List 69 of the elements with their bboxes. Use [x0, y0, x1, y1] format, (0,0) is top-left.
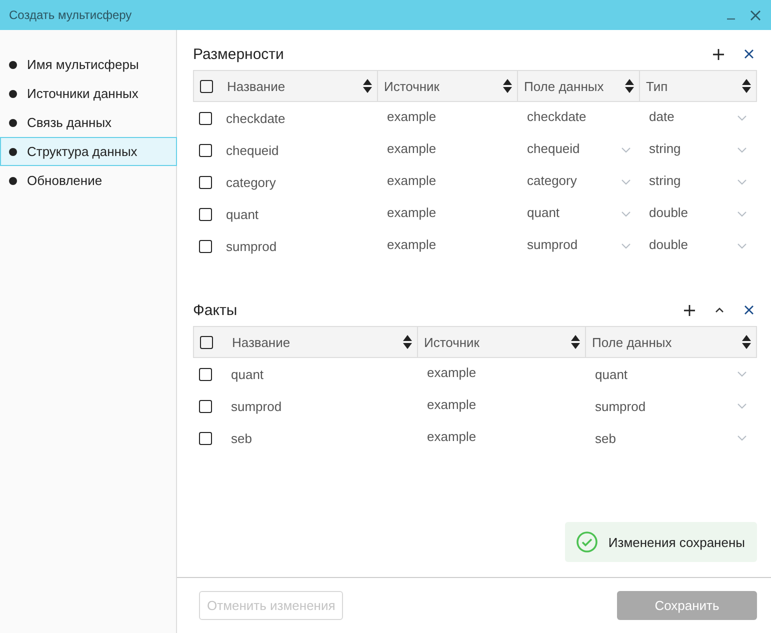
table-cell-text: date: [649, 108, 674, 126]
sidebar-item[interactable]: Имя мультисферы: [0, 50, 176, 79]
table-cell: sumprod: [231, 398, 282, 414]
table-cell: example: [387, 204, 436, 220]
checkbox[interactable]: [200, 336, 213, 348]
table-cell: seb: [231, 430, 252, 446]
close-icon[interactable]: [744, 49, 754, 59]
table-cell: quant: [595, 366, 628, 382]
section-title: Факты: [193, 302, 238, 318]
table-cell-text: sumprod: [527, 236, 578, 254]
sort-icon[interactable]: [571, 335, 580, 349]
sort-icon[interactable]: [625, 79, 634, 93]
checkbox[interactable]: [199, 176, 212, 188]
column-header[interactable]: Название: [227, 78, 363, 94]
close-icon[interactable]: [744, 305, 754, 315]
table-cell-text: checkdate: [527, 108, 586, 126]
checkbox[interactable]: [199, 112, 212, 124]
chevron-up-icon[interactable]: [715, 307, 724, 313]
window-title: Создать мультисферу: [9, 8, 132, 22]
add-icon[interactable]: [684, 304, 695, 316]
sort-icon[interactable]: [742, 79, 751, 93]
sort-icon[interactable]: [742, 335, 751, 349]
checkbox[interactable]: [199, 368, 212, 380]
check-circle-icon: [576, 531, 598, 553]
table-cell: sumprod: [226, 238, 277, 254]
table-cell: quant: [226, 206, 259, 222]
table-cell: example: [427, 428, 476, 444]
table-cell: example: [387, 236, 436, 252]
table-cell: category: [226, 174, 276, 190]
sidebar-item[interactable]: Структура данных: [0, 137, 177, 166]
section-title: Размерности: [193, 46, 284, 62]
table-cell: example: [387, 108, 436, 124]
column-header[interactable]: Тип: [646, 78, 742, 94]
sidebar-item[interactable]: Связь данных: [0, 108, 176, 137]
table-cell-text: chequeid: [527, 140, 580, 158]
table-cell: quant: [231, 366, 264, 382]
close-icon[interactable]: [750, 10, 761, 20]
column-header[interactable]: Поле данных: [524, 78, 625, 94]
table-cell: example: [387, 172, 436, 188]
add-icon[interactable]: [713, 48, 724, 60]
column-header[interactable]: Источник: [384, 78, 503, 94]
sidebar-item[interactable]: Обновление: [0, 166, 176, 195]
table-cell-text: string: [649, 172, 681, 190]
table-cell-text: category: [527, 172, 577, 190]
table-cell-text: quant: [527, 204, 560, 222]
table-cell-text: double: [649, 236, 688, 254]
column-header[interactable]: Источник: [424, 334, 571, 350]
table-cell: chequeid: [226, 142, 279, 158]
sort-icon[interactable]: [363, 79, 372, 93]
column-header[interactable]: Название: [232, 334, 403, 350]
sidebar-item[interactable]: Источники данных: [0, 79, 176, 108]
toast-message: Изменения сохранены: [608, 534, 745, 550]
checkbox[interactable]: [199, 208, 212, 220]
table-cell-text: string: [649, 140, 681, 158]
checkbox[interactable]: [199, 240, 212, 252]
table-cell-text: double: [649, 204, 688, 222]
table-cell: seb: [595, 430, 616, 446]
table-cell: checkdate: [226, 110, 286, 126]
column-header[interactable]: Поле данных: [592, 334, 742, 350]
table-cell: example: [427, 396, 476, 412]
sort-icon[interactable]: [503, 79, 512, 93]
table-cell: example: [387, 140, 436, 156]
table-cell: example: [427, 364, 476, 380]
sort-icon[interactable]: [403, 335, 412, 349]
checkbox[interactable]: [199, 400, 212, 412]
checkbox[interactable]: [199, 432, 212, 444]
checkbox[interactable]: [200, 80, 213, 92]
checkbox[interactable]: [199, 144, 212, 156]
table-cell: sumprod: [595, 398, 646, 414]
